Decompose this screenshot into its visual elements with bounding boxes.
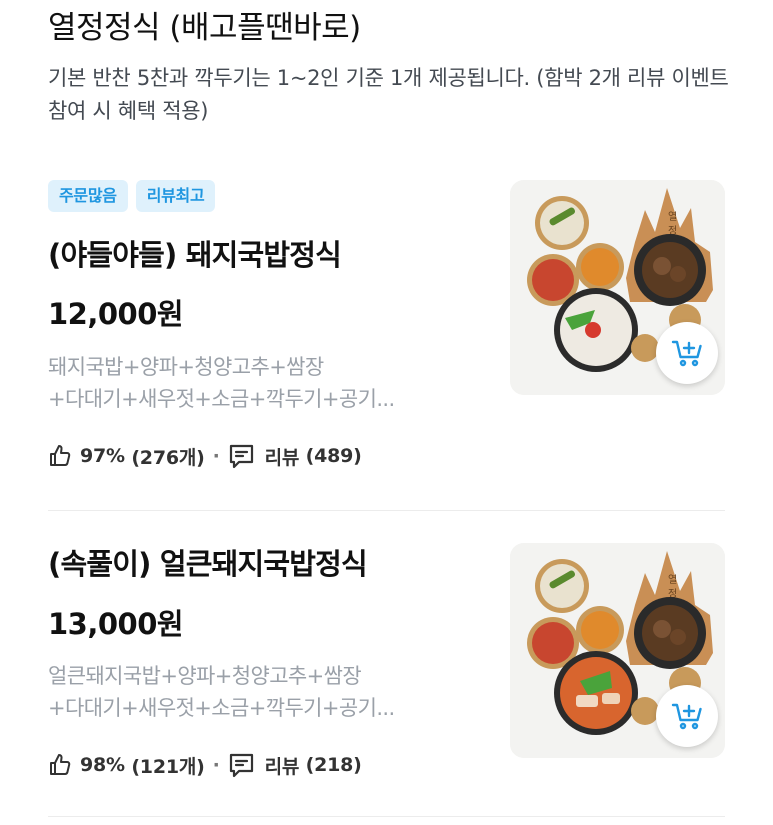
section-title: 열정정식 (배고플땐바로) <box>48 10 361 46</box>
menu-item-description: 돼지국밥+양파+청양고추+쌈장 +다대기+새우젓+소금+깍두기+공기... <box>48 351 478 415</box>
section-description: 기본 반찬 5찬과 깍두기는 1~2인 기준 1개 제공됩니다. (함박 2개 … <box>48 66 729 123</box>
stats-separator: · <box>212 445 220 467</box>
add-to-cart-button[interactable] <box>656 685 718 747</box>
add-to-cart-icon <box>671 703 702 730</box>
description-line: 얼큰돼지국밥+양파+청양고추+쌈장 <box>48 664 362 688</box>
soup <box>560 657 632 729</box>
like-count: (276개) <box>131 446 205 469</box>
menu-item[interactable]: (속풀이) 얼큰돼지국밥정식 13,000원 얼큰돼지국밥+양파+청양고추+쌈장… <box>48 510 725 816</box>
svg-text:열: 열 <box>668 574 677 586</box>
menu-item-stats: 97% (276개) · 리뷰 (489) <box>48 441 362 471</box>
description-line: +다대기+새우젓+소금+깍두기+공기... <box>48 387 395 411</box>
like-rate: 97% <box>80 445 125 467</box>
review-count: (489) <box>305 445 362 467</box>
description-line: +다대기+새우젓+소금+깍두기+공기... <box>48 696 395 720</box>
svg-text:열: 열 <box>668 211 677 223</box>
review-label: 리뷰 <box>264 755 300 778</box>
badge-popular-orders: 주문많음 <box>48 180 128 212</box>
review-label: 리뷰 <box>264 446 300 469</box>
review-speech-bubble-icon <box>229 444 253 468</box>
stats-separator: · <box>212 754 220 776</box>
menu-item-price: 13,000원 <box>48 607 184 641</box>
like-count: (121개) <box>131 755 205 778</box>
like-rate: 98% <box>80 754 125 776</box>
thumbs-up-icon <box>50 445 71 466</box>
add-to-cart-icon <box>671 340 702 367</box>
review-count: (218) <box>305 754 362 776</box>
thumbs-up-icon <box>50 754 71 775</box>
description-line: 돼지국밥+양파+청양고추+쌈장 <box>48 355 324 379</box>
menu-section-header: 열정정식 (배고플땐바로) 기본 반찬 5찬과 깍두기는 1~2인 기준 1개 … <box>48 6 738 128</box>
add-to-cart-button[interactable] <box>656 322 718 384</box>
menu-item-description: 얼큰돼지국밥+양파+청양고추+쌈장 +다대기+새우젓+소금+깍두기+공기... <box>48 660 478 724</box>
menu-item-price: 12,000원 <box>48 297 184 331</box>
divider <box>48 816 725 817</box>
menu-item-name: (속풀이) 얼큰돼지국밥정식 <box>48 547 368 581</box>
menu-item[interactable]: 주문많음 리뷰최고 (야들야들) 돼지국밥정식 12,000원 돼지국밥+양파+… <box>48 180 725 510</box>
menu-item-stats: 98% (121개) · 리뷰 (218) <box>48 750 362 780</box>
badge-best-reviews: 리뷰최고 <box>135 180 216 212</box>
review-speech-bubble-icon <box>229 753 253 777</box>
menu-item-name: (야들야들) 돼지국밥정식 <box>48 238 342 272</box>
